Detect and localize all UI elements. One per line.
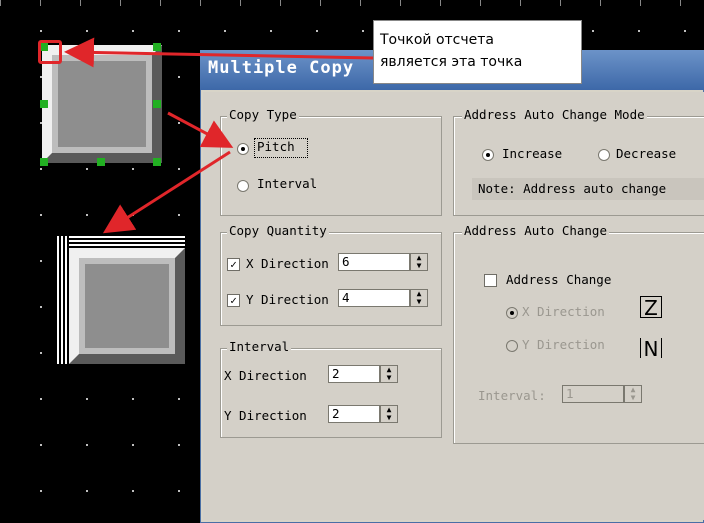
arrow-to-reference-point (64, 37, 374, 68)
arrow-to-copied-square (102, 150, 231, 234)
annotation-arrows (64, 37, 374, 234)
arrow-to-pitch-option (167, 111, 234, 148)
